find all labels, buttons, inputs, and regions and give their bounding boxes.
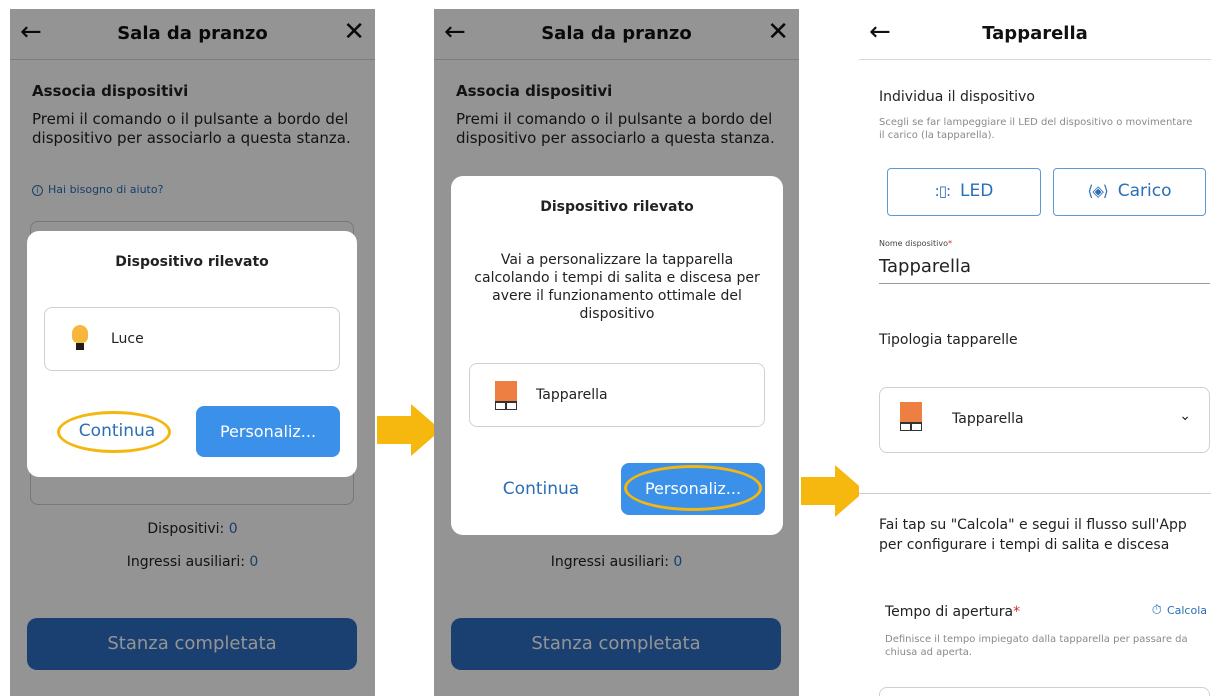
- chevron-down-icon: ⌄: [1179, 408, 1191, 424]
- continue-button[interactable]: Continua: [486, 479, 596, 499]
- identify-title: Individua il dispositivo: [879, 89, 1035, 105]
- blind-type-value: Tapparella: [952, 411, 1024, 427]
- header-divider: [859, 59, 1211, 60]
- load-button-label: Carico: [1117, 181, 1172, 201]
- dialog-title: Dispositivo rilevato: [115, 254, 269, 270]
- device-name: Luce: [111, 331, 144, 347]
- customize-button[interactable]: Personaliz...: [196, 406, 340, 457]
- stopwatch-icon: ⏱: [1151, 603, 1162, 618]
- device-name: Tapparella: [536, 387, 608, 403]
- device-detected-dialog: Dispositivo rilevato Vai a personalizzar…: [451, 176, 783, 535]
- load-button[interactable]: ⟨◈⟩ Carico: [1053, 168, 1206, 216]
- open-time-label-text: Tempo di apertura: [885, 604, 1014, 620]
- blind-type-select[interactable]: Tapparella ⌄: [879, 387, 1210, 453]
- calc-instructions: Fai tap su "Calcola" e segui il flusso s…: [879, 517, 1187, 553]
- light-bulb-icon: [72, 325, 88, 355]
- roller-blind-icon: [495, 381, 517, 411]
- page-title: Tapparella: [982, 23, 1088, 44]
- name-field-underline: [879, 283, 1210, 284]
- highlight-ring: [57, 411, 171, 453]
- dialog-title: Dispositivo rilevato: [540, 199, 694, 215]
- detected-device-card[interactable]: Luce: [44, 307, 340, 371]
- app-header: ← Tapparella: [859, 9, 1211, 59]
- identify-description: Scegli se far lampeggiare il LED del dis…: [879, 117, 1193, 141]
- open-time-input[interactable]: [879, 687, 1210, 696]
- required-mark: *: [947, 239, 952, 248]
- name-field-label: Nome dispositivo*: [879, 237, 952, 250]
- open-time-label: Tempo di apertura*: [885, 604, 1020, 620]
- detected-device-card[interactable]: Tapparella: [469, 363, 765, 427]
- device-name-input[interactable]: Tapparella: [879, 256, 971, 277]
- calculate-link[interactable]: ⏱ Calcola: [1152, 603, 1207, 618]
- screen-blind-settings: ← Tapparella Individua il dispositivo Sc…: [859, 9, 1211, 696]
- section-divider: [859, 493, 1211, 494]
- dialog-message: Vai a personalizzare la tapparella calco…: [474, 252, 760, 322]
- led-button-label: LED: [960, 181, 994, 201]
- target-icon: ⟨◈⟩: [1087, 182, 1109, 200]
- required-mark: *: [1013, 604, 1021, 620]
- name-field-label-text: Nome dispositivo: [879, 239, 948, 248]
- calculate-link-label: Calcola: [1166, 604, 1207, 617]
- flow-arrow-icon: [801, 465, 865, 517]
- blind-type-title: Tipologia tapparelle: [879, 332, 1018, 348]
- flow-arrow-icon: [377, 404, 441, 456]
- open-time-description: Definisce il tempo impiegato dalla tappa…: [885, 634, 1188, 658]
- screen-room-bulb-detected: ← Sala da pranzo ✕ Associa dispositivi P…: [10, 9, 375, 696]
- screen-room-blind-detected: ← Sala da pranzo ✕ Associa dispositivi P…: [434, 9, 799, 696]
- roller-blind-icon: [900, 402, 922, 432]
- device-detected-dialog: Dispositivo rilevato Luce Continua Perso…: [27, 231, 357, 477]
- led-blink-icon: :▯:: [934, 182, 951, 200]
- led-button[interactable]: :▯: LED: [887, 168, 1041, 216]
- highlight-ring: [624, 465, 762, 511]
